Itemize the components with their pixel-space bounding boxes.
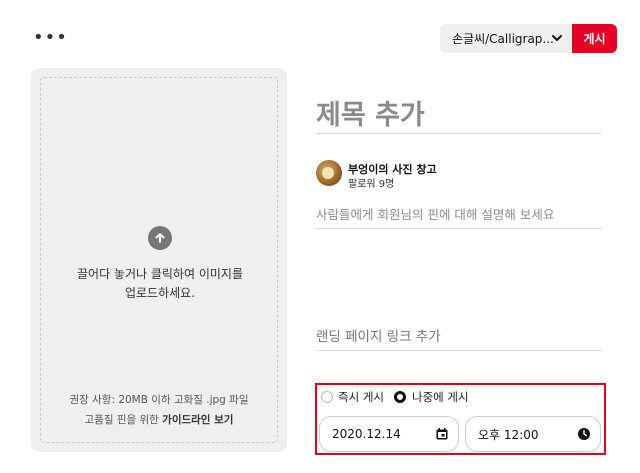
image-upload-area[interactable]: 끌어다 놓거나 클릭하여 이미지를 업로드하세요. 권장 사항: 20MB 이하… [31, 68, 287, 452]
publish-button[interactable]: 게시 [572, 24, 617, 53]
description-input[interactable]: 사람들에게 회원님의 핀에 대해 설명해 보세요 [316, 204, 602, 229]
schedule-section: 즉시 게시 나중에 게시 2020.12.14 오후 12:00 [315, 383, 606, 455]
avatar [316, 160, 342, 186]
follower-count: 팔로워 9명 [348, 179, 395, 190]
date-value: 2020.12.14 [332, 427, 401, 441]
upload-instruction: 끌어다 놓거나 클릭하여 이미지를 업로드하세요. [76, 267, 243, 300]
guide-prefix: 고품질 핀을 위한 [84, 414, 163, 426]
chevron-down-icon [552, 35, 562, 41]
time-picker-field[interactable]: 오후 12:00 [465, 416, 601, 452]
upload-arrow-icon[interactable] [148, 226, 172, 250]
more-options-button[interactable]: ••• [33, 29, 68, 47]
date-picker-field[interactable]: 2020.12.14 [319, 416, 459, 452]
radio-publish-now[interactable] [321, 391, 333, 403]
publish-now-label[interactable]: 즉시 게시 [338, 389, 384, 405]
clock-icon [578, 428, 590, 440]
publish-later-label[interactable]: 나중에 게시 [412, 389, 469, 405]
calendar-icon [436, 428, 448, 440]
radio-publish-later[interactable] [394, 391, 406, 403]
time-value: 오후 12:00 [478, 427, 539, 442]
title-input[interactable]: 제목 추가 [316, 92, 602, 134]
board-select-dropdown[interactable]: 손글씨/Calligrap... [440, 24, 572, 53]
link-input[interactable]: 랜딩 페이지 링크 추가 [316, 325, 602, 351]
board-select-value: 손글씨/Calligrap... [452, 32, 554, 46]
upload-guide: 고품질 핀을 위한 가이드라인 보기 [43, 412, 275, 427]
guide-link[interactable]: 가이드라인 보기 [162, 414, 233, 426]
upload-recommendation: 권장 사항: 20MB 이하 고화질 .jpg 파일 [69, 394, 249, 406]
upload-dashed-border [40, 77, 278, 443]
